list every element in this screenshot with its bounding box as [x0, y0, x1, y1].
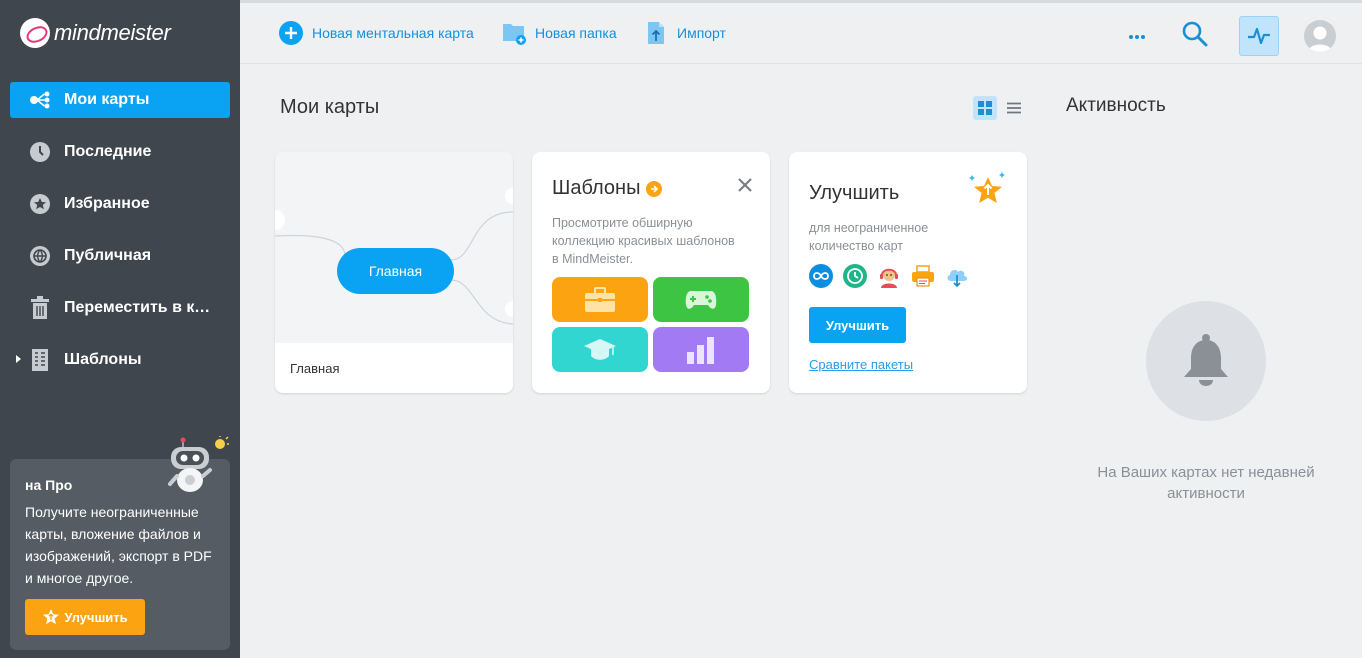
infinity-icon — [809, 264, 833, 288]
new-folder-label: Новая папка — [535, 25, 617, 41]
mindmap-preview: Главная — [275, 152, 513, 343]
search-icon — [1182, 21, 1208, 47]
new-mindmap-label: Новая ментальная карта — [312, 25, 474, 41]
list-view-icon — [1007, 102, 1021, 114]
user-icon — [1308, 26, 1332, 52]
bar-chart-icon — [687, 336, 714, 364]
import-file-icon — [648, 22, 664, 44]
sidebar-item-my-maps[interactable]: Мои карты — [10, 82, 230, 118]
robot-mascot-icon — [168, 436, 229, 492]
templates-icon — [28, 348, 52, 372]
page-title: Мои карты — [280, 96, 380, 118]
upgrade-description: для неограниченное количество карт — [809, 221, 929, 253]
list-view-toggle[interactable] — [1002, 96, 1026, 120]
template-tile-games[interactable] — [653, 277, 749, 322]
activity-empty-text: На Ваших картах нет недавней активности — [1097, 464, 1315, 502]
mindmap-root-node: Главная — [337, 248, 454, 294]
more-button[interactable] — [1128, 27, 1146, 45]
upgrade-button[interactable]: Улучшить — [809, 307, 906, 343]
upgrade-card-title: Улучшить — [809, 182, 900, 204]
history-clock-icon — [843, 264, 867, 288]
printer-icon — [912, 265, 934, 287]
mindmap-icon — [28, 88, 52, 112]
import-button[interactable]: Импорт — [644, 21, 726, 45]
top-toolbar: Новая ментальная карта Новая папка Импор… — [240, 0, 1362, 64]
sidebar-item-label: Мои карты — [64, 91, 150, 108]
sidebar-item-label: Переместить в корзину — [64, 299, 214, 316]
support-agent-icon — [880, 268, 898, 288]
templates-title-text: Шаблоны — [552, 177, 641, 199]
app-logo[interactable]: mindmeister — [20, 18, 171, 48]
plus-circle-icon — [279, 21, 303, 45]
trash-icon — [28, 296, 52, 320]
sidebar-item-templates[interactable]: Шаблоны — [10, 342, 230, 378]
compare-plans-link[interactable]: Сравните пакеты — [809, 357, 913, 372]
arrow-right-icon — [646, 180, 663, 197]
more-dots-icon — [1129, 35, 1145, 39]
upgrade-card: Улучшить для неограниченное количество к… — [789, 152, 1027, 393]
mindmap-card[interactable]: Главная Главная — [275, 152, 513, 393]
templates-description: Просмотрите обширную коллекцию красивых … — [552, 216, 735, 266]
promo-upgrade-button[interactable]: Улучшить — [25, 599, 145, 635]
sidebar-item-favorites[interactable]: Избранное — [10, 186, 230, 222]
search-button[interactable] — [1182, 21, 1208, 52]
logo-text: mindmeister — [54, 20, 171, 45]
activity-title: Активность — [1066, 95, 1166, 116]
bell-icon — [1184, 334, 1228, 386]
activity-pulse-box — [1239, 16, 1279, 56]
pulse-icon — [1248, 27, 1270, 45]
sidebar: mindmeister Мои карты Последние Избранно… — [0, 0, 240, 658]
promo-text: Получите неограниченные карты, вложение … — [25, 504, 212, 586]
logo-icon — [20, 18, 50, 48]
star-badge-icon — [43, 608, 60, 625]
sidebar-item-trash[interactable]: Переместить в корзину — [10, 290, 230, 326]
sidebar-item-label: Публичная — [64, 247, 152, 264]
grid-view-icon — [978, 101, 992, 115]
template-tile-education[interactable] — [552, 327, 648, 372]
empty-activity-illustration — [1146, 301, 1266, 421]
graduation-cap-icon — [584, 338, 616, 360]
new-folder-button[interactable]: Новая папка — [502, 21, 617, 45]
sidebar-item-label: Последние — [64, 143, 152, 160]
promo-button-label: Улучшить — [64, 609, 128, 625]
sidebar-nav: Мои карты Последние Избранное Публичная … — [10, 82, 230, 394]
templates-card-title[interactable]: Шаблоны — [552, 177, 663, 200]
upgrade-star-icon — [969, 172, 1005, 203]
mindmap-card-title: Главная — [290, 361, 340, 376]
sidebar-item-recent[interactable]: Последние — [10, 134, 230, 170]
avatar — [1304, 20, 1336, 52]
sidebar-item-label: Шаблоны — [64, 351, 142, 368]
template-tile-business[interactable] — [552, 277, 648, 322]
import-label: Импорт — [677, 25, 726, 41]
gamepad-icon — [685, 290, 717, 309]
user-avatar-button[interactable] — [1304, 20, 1336, 52]
clock-icon — [28, 140, 52, 164]
templates-card: Шаблоны Просмотрите обширную коллекцию к… — [532, 152, 770, 393]
template-categories — [552, 277, 749, 372]
activity-toggle-button[interactable] — [1239, 16, 1279, 56]
briefcase-icon — [585, 286, 615, 312]
sidebar-item-label: Избранное — [64, 195, 150, 212]
star-icon — [28, 192, 52, 216]
upgrade-features — [809, 264, 979, 288]
folder-plus-icon — [503, 24, 526, 45]
grid-view-toggle[interactable] — [973, 96, 997, 120]
globe-icon — [28, 244, 52, 268]
template-tile-charts[interactable] — [653, 327, 749, 372]
sidebar-item-public[interactable]: Публичная — [10, 238, 230, 274]
new-mindmap-button[interactable]: Новая ментальная карта — [279, 21, 474, 45]
caret-right-icon[interactable] — [16, 355, 21, 363]
cloud-download-icon — [947, 269, 967, 288]
close-icon[interactable] — [738, 178, 752, 192]
